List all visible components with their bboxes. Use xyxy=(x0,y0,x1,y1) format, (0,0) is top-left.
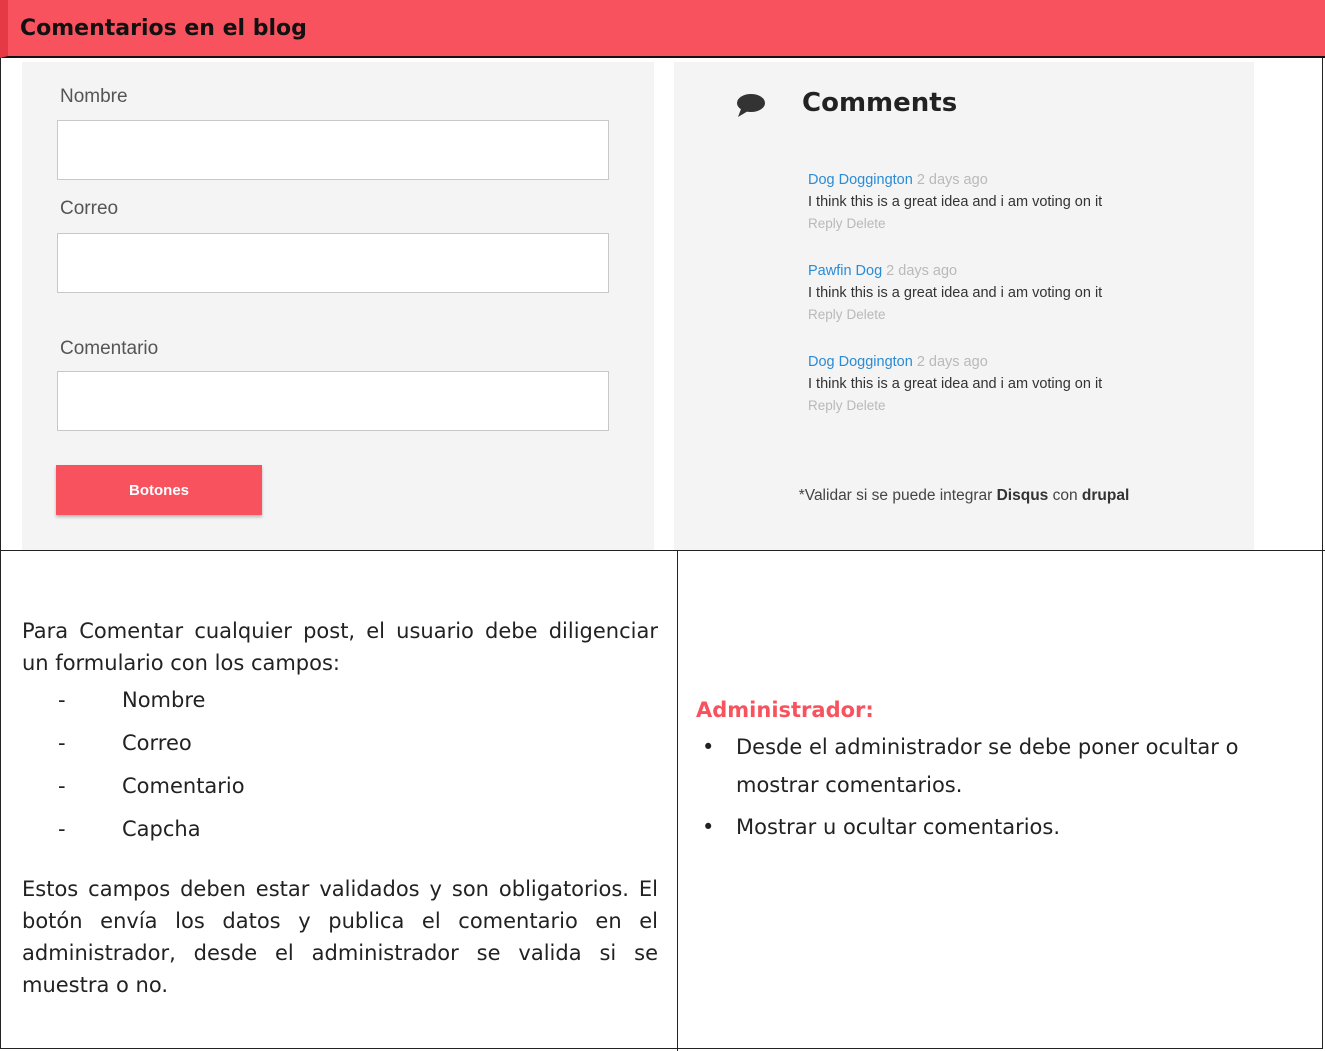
name-input[interactable] xyxy=(57,120,609,180)
field-list-item: - Capcha xyxy=(22,808,658,851)
field-list-item: - Comentario xyxy=(22,765,658,808)
column-divider xyxy=(677,550,678,1051)
admin-list: • Desde el administrador se debe poner oc… xyxy=(696,728,1316,846)
email-label: Correo xyxy=(60,198,119,219)
email-input[interactable] xyxy=(57,233,609,293)
field-name: Capcha xyxy=(122,817,201,841)
comment-time: 2 days ago xyxy=(916,172,988,188)
comment-label: Comentario xyxy=(60,338,159,359)
description-closing: Estos campos deben estar validados y son… xyxy=(22,877,658,997)
note-prefix: *Validar si se puede integrar xyxy=(798,487,997,504)
admin-item-text: Mostrar u ocultar comentarios. xyxy=(736,815,1061,839)
comment-item: Dog Doggington 2 days ago I think this is… xyxy=(808,172,1228,231)
comment-text: I think this is a great idea and i am vo… xyxy=(808,376,1103,392)
note-middle: con xyxy=(1048,487,1082,504)
description-intro: Para Comentar cualquier post, el usuario… xyxy=(22,619,658,675)
comment-item: Dog Doggington 2 days ago I think this is… xyxy=(808,354,1228,413)
comment-form: Nombre Correo Comentario Botones xyxy=(22,62,654,550)
field-list-item: - Nombre xyxy=(22,679,658,722)
admin-list-item: • Desde el administrador se debe poner oc… xyxy=(696,728,1316,804)
comment-text: I think this is a great idea and i am vo… xyxy=(808,285,1103,301)
comment-time: 2 days ago xyxy=(886,263,958,279)
admin-title: Administrador: xyxy=(696,698,874,722)
note-disqus: Disqus xyxy=(996,487,1049,504)
bullet-marker: • xyxy=(702,735,715,759)
dash-marker: - xyxy=(58,817,66,841)
note-drupal: drupal xyxy=(1081,487,1130,504)
field-name: Comentario xyxy=(122,774,245,798)
delete-link[interactable]: Delete xyxy=(847,307,886,322)
field-name: Correo xyxy=(122,731,192,755)
comment-author[interactable]: Pawfin Dog xyxy=(808,263,882,279)
dash-marker: - xyxy=(58,731,66,755)
admin-item-text: Desde el administrador se debe poner ocu… xyxy=(736,735,1239,797)
comment-item: Pawfin Dog 2 days ago I think this is a g… xyxy=(808,263,1228,322)
comment-time: 2 days ago xyxy=(916,354,988,370)
delete-link[interactable]: Delete xyxy=(847,398,886,413)
name-label: Nombre xyxy=(60,86,128,107)
disqus-note: *Validar si se puede integrar Disqus con… xyxy=(674,487,1254,505)
reply-link[interactable]: Reply xyxy=(808,307,843,322)
submit-button[interactable]: Botones xyxy=(56,465,262,515)
reply-link[interactable]: Reply xyxy=(808,216,843,231)
comment-text: I think this is a great idea and i am vo… xyxy=(808,194,1103,210)
row-divider xyxy=(0,550,1325,551)
comments-panel: Comments Dog Doggington 2 days ago I thin… xyxy=(674,62,1254,550)
section-title: Comentarios en el blog xyxy=(20,16,307,41)
bullet-marker: • xyxy=(702,815,715,839)
section-header: Comentarios en el blog xyxy=(0,0,1325,58)
delete-link[interactable]: Delete xyxy=(847,216,886,231)
comment-input[interactable] xyxy=(57,371,609,431)
field-name: Nombre xyxy=(122,688,206,712)
dash-marker: - xyxy=(58,688,66,712)
comment-author[interactable]: Dog Doggington xyxy=(808,354,913,370)
field-list-item: - Correo xyxy=(22,722,658,765)
comment-author[interactable]: Dog Doggington xyxy=(808,172,913,188)
comments-title: Comments xyxy=(802,88,958,118)
form-description: Para Comentar cualquier post, el usuario… xyxy=(22,615,658,1001)
admin-section: Administrador: • Desde el administrador s… xyxy=(696,698,1316,850)
field-list: - Nombre - Correo - Comentario - Capcha xyxy=(22,679,658,851)
reply-link[interactable]: Reply xyxy=(808,398,843,413)
dash-marker: - xyxy=(58,774,66,798)
admin-list-item: • Mostrar u ocultar comentarios. xyxy=(696,808,1316,846)
speech-bubble-icon xyxy=(737,94,765,117)
